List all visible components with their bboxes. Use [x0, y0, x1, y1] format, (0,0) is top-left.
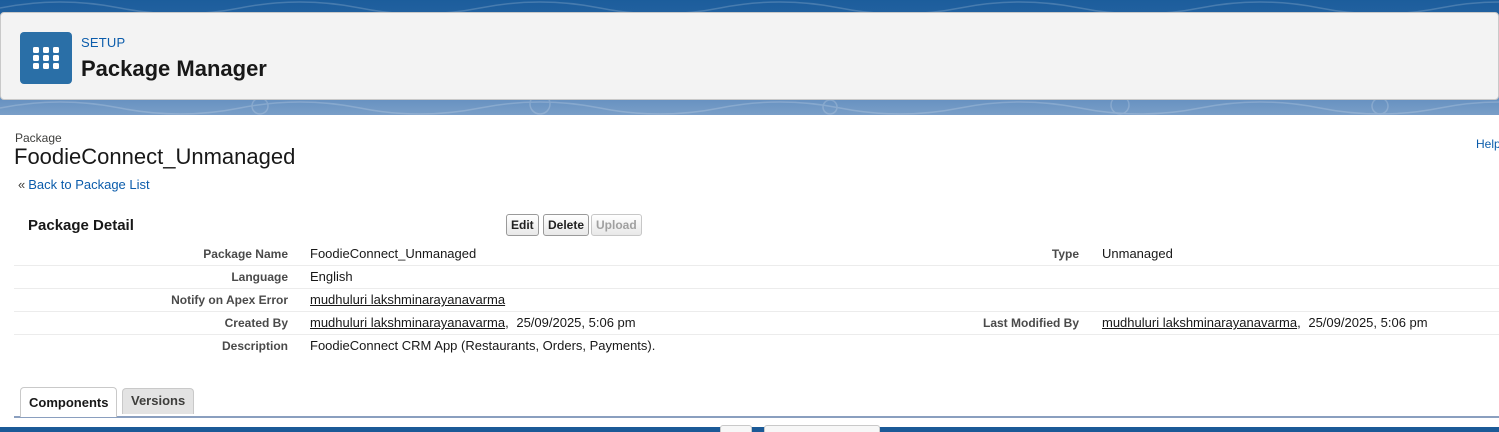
tab-versions[interactable]: Versions: [122, 388, 195, 414]
last-modified-user-link[interactable]: mudhuluri lakshminarayanavarma: [1102, 315, 1297, 330]
field-label: Notify on Apex Error: [171, 293, 288, 307]
field-value: Unmanaged: [1102, 246, 1173, 261]
package-detail-table: Package Name FoodieConnect_Unmanaged Typ…: [14, 243, 1499, 357]
field-label: Language: [231, 270, 288, 284]
field-value: FoodieConnect CRM App (Restaurants, Orde…: [310, 338, 656, 353]
detail-row-description: Description FoodieConnect CRM App (Resta…: [14, 335, 1499, 357]
upload-button: Upload: [591, 214, 642, 236]
field-label: Type: [1051, 247, 1079, 261]
delete-button[interactable]: Delete: [543, 214, 590, 236]
detail-row-notify-apex: Notify on Apex Error mudhuluri lakshmina…: [14, 289, 1499, 312]
panel-button-stub[interactable]: [764, 425, 880, 432]
tab-components[interactable]: Components: [20, 387, 118, 417]
detail-row-created-by: Created By mudhuluri lakshminarayanavarm…: [14, 312, 1499, 335]
detail-row-package-name: Package Name FoodieConnect_Unmanaged Typ…: [14, 243, 1499, 266]
panel-button-stub[interactable]: [720, 425, 752, 432]
back-chevron-icon: «: [18, 177, 26, 192]
setup-breadcrumb[interactable]: SETUP: [81, 35, 125, 50]
app-launcher-button[interactable]: [20, 32, 72, 84]
field-label: Last Modified By: [982, 316, 1079, 330]
back-to-package-list-link[interactable]: «Back to Package List: [18, 177, 150, 192]
setup-header-card: SETUP Package Manager: [0, 12, 1499, 100]
created-by-user-link[interactable]: mudhuluri lakshminarayanavarma: [310, 315, 505, 330]
page-title: Package Manager: [81, 56, 267, 81]
field-label: Created By: [224, 316, 288, 330]
field-label: Description: [221, 339, 288, 353]
field-value: English: [310, 269, 353, 284]
section-title: Package Detail: [28, 217, 134, 234]
edit-button[interactable]: Edit: [506, 214, 539, 236]
record-type-label: Package: [15, 131, 62, 145]
field-value-wrapper: mudhuluri lakshminarayanavarma, 25/09/20…: [310, 315, 636, 330]
last-modified-date: 25/09/2025, 5:06 pm: [1308, 315, 1428, 330]
back-link-label[interactable]: Back to Package List: [28, 177, 149, 192]
created-date: 25/09/2025, 5:06 pm: [516, 315, 636, 330]
user-link[interactable]: mudhuluri lakshminarayanavarma: [310, 292, 505, 307]
main-panel: Package FoodieConnect_Unmanaged Help «Ba…: [0, 115, 1499, 432]
field-value-wrapper: mudhuluri lakshminarayanavarma: [310, 292, 505, 307]
package-title: FoodieConnect_Unmanaged: [14, 144, 296, 169]
detail-row-language: Language English: [14, 266, 1499, 289]
app-launcher-grid-icon: [33, 47, 59, 69]
field-value: FoodieConnect_Unmanaged: [310, 246, 477, 261]
help-link[interactable]: Help: [1476, 137, 1499, 151]
related-tabs: Components Versions: [14, 387, 1499, 418]
field-value-wrapper: mudhuluri lakshminarayanavarma, 25/09/20…: [1102, 315, 1428, 330]
field-label: Package Name: [203, 247, 288, 261]
